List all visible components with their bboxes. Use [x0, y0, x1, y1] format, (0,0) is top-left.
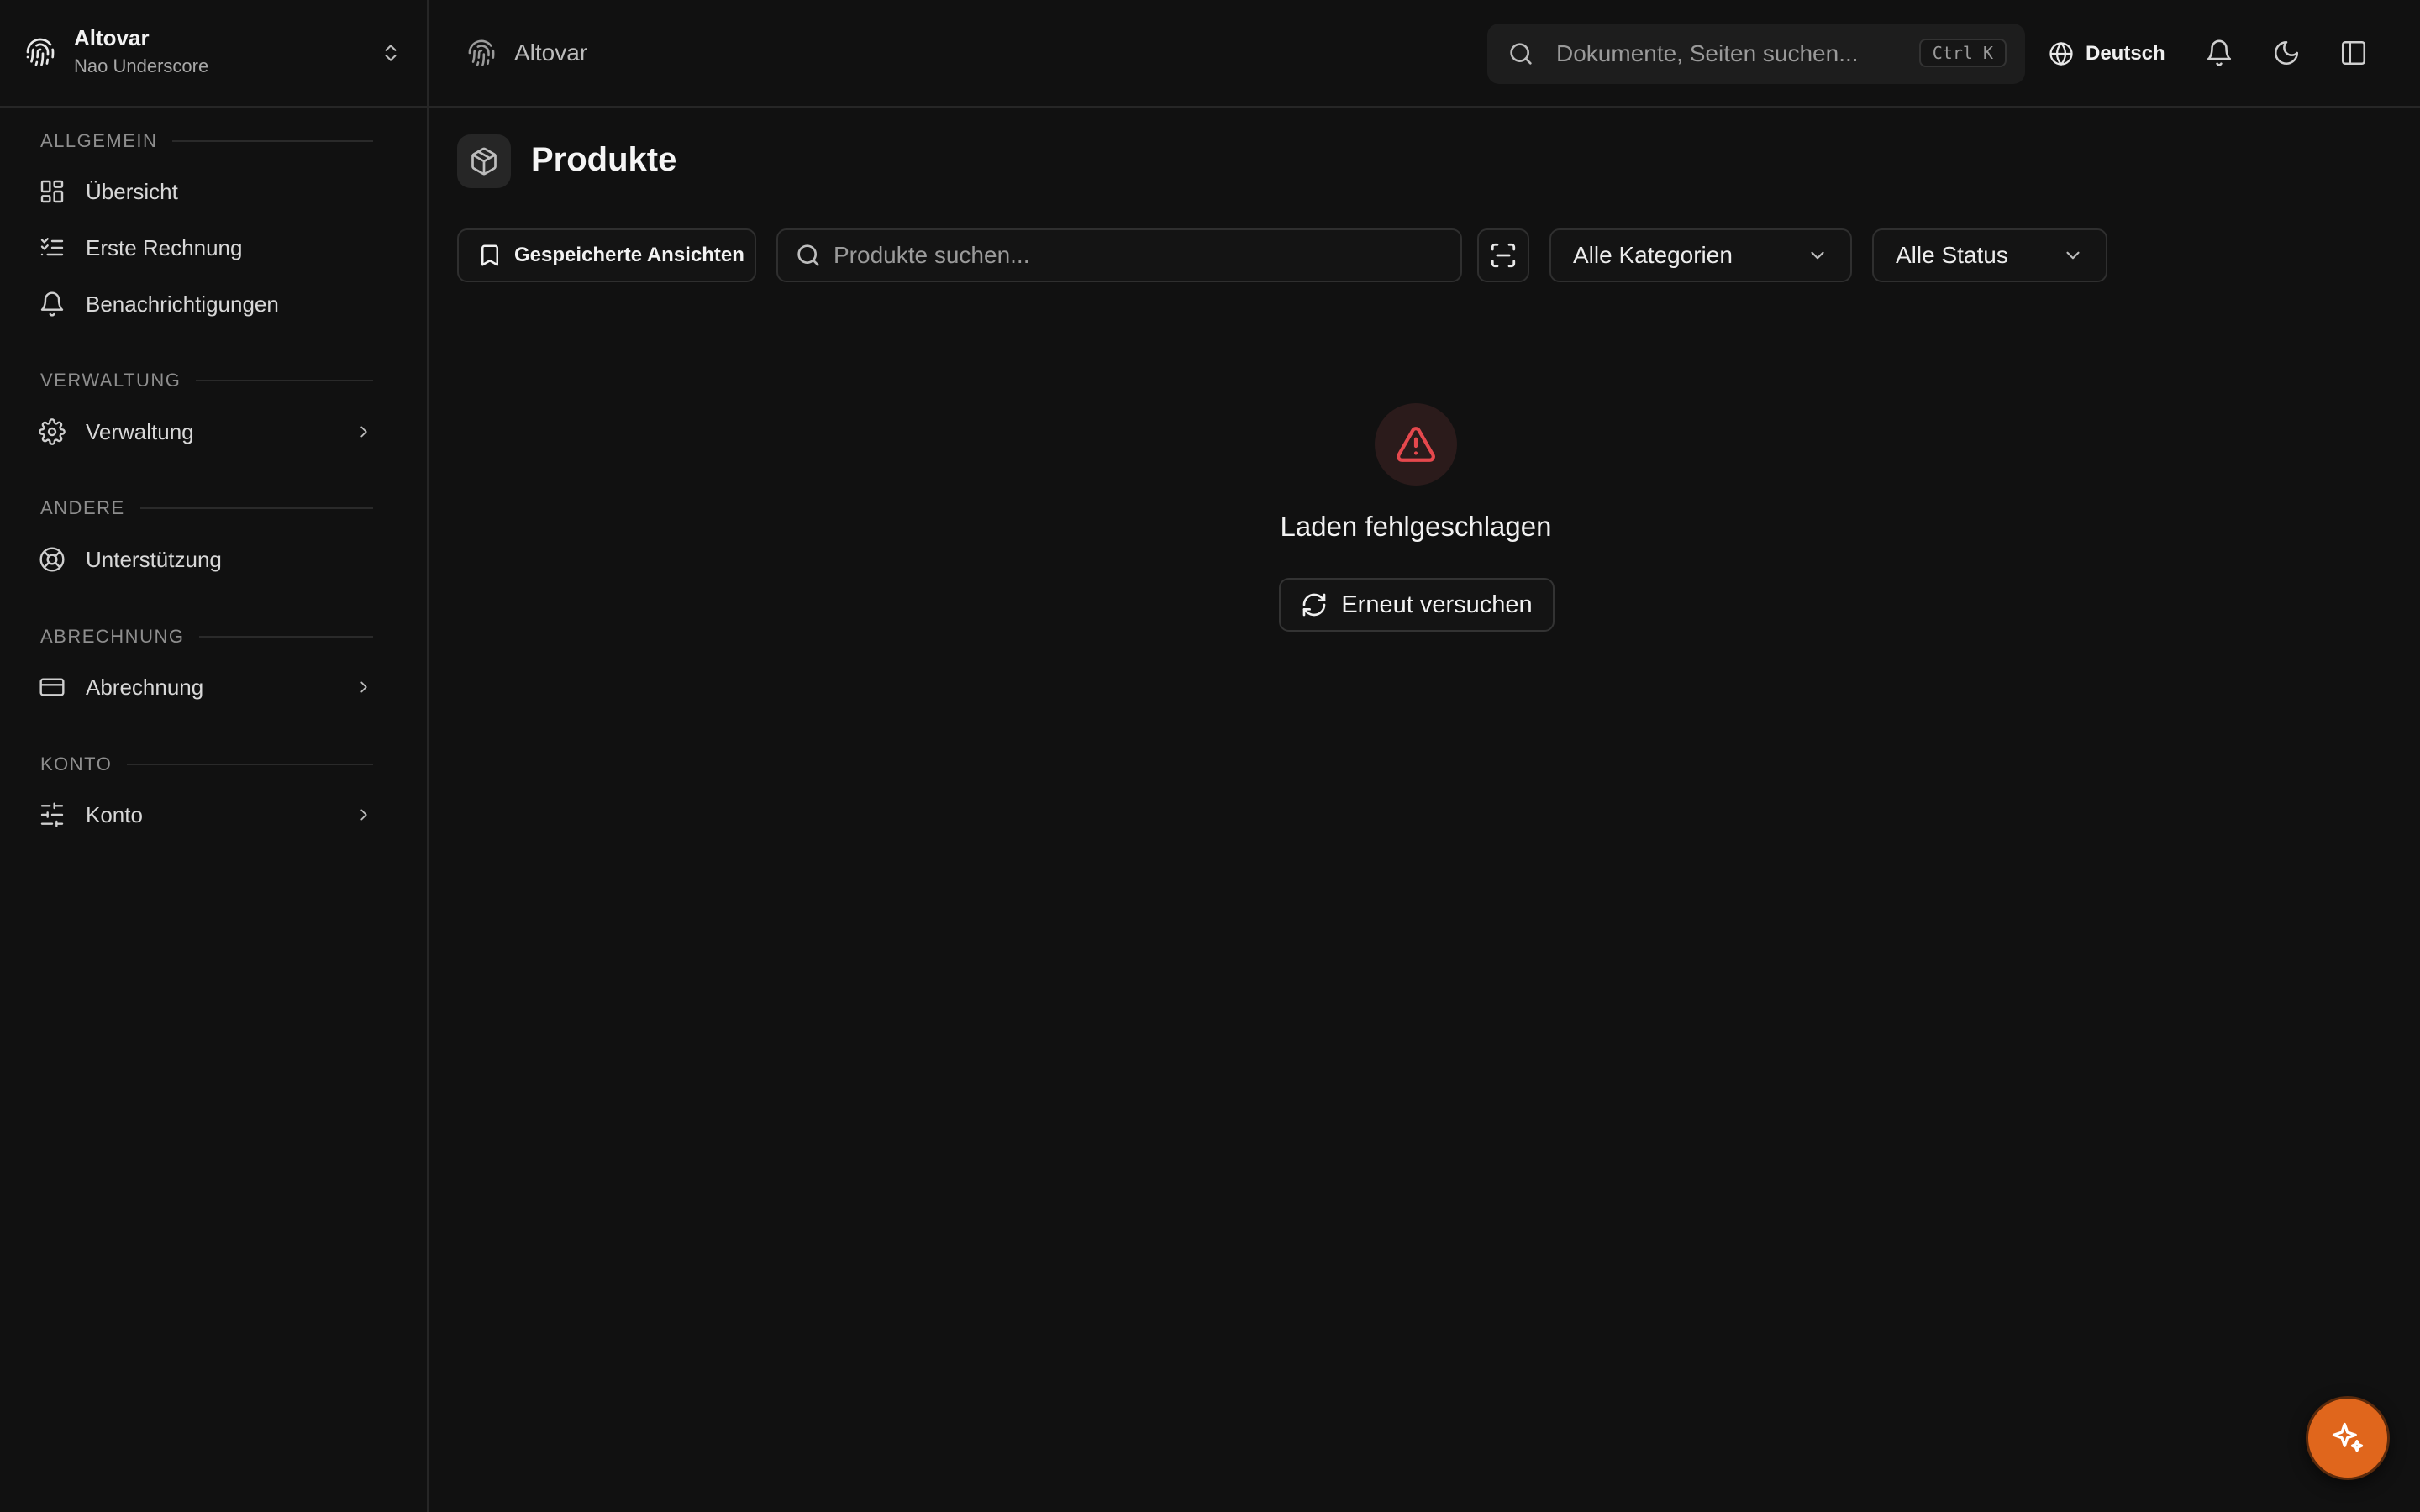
- section-divider: [199, 636, 373, 638]
- section-abrechnung: ABRECHNUNG: [40, 624, 373, 649]
- lifebuoy-icon: [39, 547, 65, 572]
- breadcrumb[interactable]: Altovar: [514, 39, 587, 66]
- bell-icon: [40, 291, 64, 317]
- search-icon: [797, 244, 819, 266]
- sidebar-item-label: Konto: [86, 801, 143, 827]
- sliders-icon: [40, 802, 64, 827]
- scan-button[interactable]: [1477, 228, 1529, 282]
- gear-icon: [39, 418, 66, 445]
- status-filter-select[interactable]: Alle Status: [1872, 228, 2107, 282]
- sidebar-item-abrechnung[interactable]: Abrechnung: [20, 664, 387, 711]
- language-label: Deutsch: [2086, 42, 2165, 65]
- ai-assistant-button[interactable]: [2306, 1396, 2390, 1480]
- global-search-placeholder: Dokumente, Seiten suchen...: [1556, 40, 1859, 66]
- package-icon: [471, 147, 497, 176]
- sparkles-icon: [2332, 1422, 2364, 1452]
- sidebar-item-erste-rechnung[interactable]: Erste Rechnung: [20, 224, 387, 271]
- sidebar-item-label: Übersicht: [86, 178, 178, 204]
- chevrons-up-down-icon: [385, 45, 397, 61]
- sidebar-item-unterstuetzung[interactable]: Unterstützung: [20, 536, 387, 583]
- section-andere: ANDERE: [40, 496, 373, 521]
- section-verwaltung: VERWALTUNG: [40, 368, 373, 393]
- dashboard-icon: [40, 180, 64, 203]
- language-button[interactable]: Deutsch: [2049, 35, 2165, 72]
- chevron-right-icon: [360, 426, 367, 438]
- search-icon: [1510, 43, 1532, 65]
- sidebar-toggle-icon[interactable]: [2339, 39, 2368, 67]
- sidebar-item-verwaltung[interactable]: Verwaltung: [20, 408, 387, 455]
- globe-icon: [2049, 41, 2073, 66]
- category-filter-value: Alle Kategorien: [1573, 242, 1733, 268]
- retry-button[interactable]: Erneut versuchen: [1279, 578, 1555, 632]
- section-divider: [127, 764, 373, 765]
- sidebar-item-konto[interactable]: Konto: [20, 791, 387, 838]
- sidebar-item-label: Benachrichtigungen: [86, 291, 279, 317]
- section-divider: [196, 380, 373, 381]
- bell-icon[interactable]: [2205, 39, 2233, 67]
- bookmark-icon: [481, 244, 498, 266]
- error-icon-badge: [1375, 403, 1457, 486]
- category-filter-select[interactable]: Alle Kategorien: [1549, 228, 1852, 282]
- keyboard-shortcut-badge: Ctrl K: [1918, 39, 2007, 67]
- fingerprint-icon: [468, 39, 495, 66]
- top-header: Altovar Dokumente, Seiten suchen... Ctrl…: [429, 0, 2420, 108]
- warning-triangle-icon: [1397, 427, 1435, 462]
- chevron-down-icon: [1811, 251, 1824, 260]
- error-message: Laden fehlgeschlagen: [1280, 511, 1552, 542]
- workspace-name: Altovar: [74, 25, 150, 50]
- retry-label: Erneut versuchen: [1341, 591, 1533, 618]
- page-title: Produkte: [531, 141, 677, 178]
- sidebar: Altovar Nao Underscore ALLGEMEIN Übersic…: [0, 0, 429, 1512]
- moon-icon[interactable]: [2272, 39, 2301, 67]
- section-divider: [172, 140, 373, 142]
- section-title: ABRECHNUNG: [40, 626, 185, 647]
- workspace-subtitle: Nao Underscore: [74, 55, 209, 76]
- refresh-icon: [1303, 593, 1326, 617]
- chevron-right-icon: [360, 809, 367, 821]
- product-search-input[interactable]: Produkte suchen...: [776, 228, 1462, 282]
- sidebar-item-label: Unterstützung: [86, 546, 222, 572]
- page-icon: [457, 134, 511, 188]
- sidebar-item-benachrichtigungen[interactable]: Benachrichtigungen: [20, 281, 387, 328]
- section-divider: [139, 507, 373, 509]
- app: Altovar Nao Underscore ALLGEMEIN Übersic…: [0, 0, 2420, 1512]
- section-title: ALLGEMEIN: [40, 130, 158, 151]
- section-title: ANDERE: [40, 497, 125, 518]
- section-title: KONTO: [40, 753, 113, 774]
- sidebar-item-label: Abrechnung: [86, 674, 204, 700]
- fingerprint-icon: [26, 38, 55, 66]
- section-allgemein: ALLGEMEIN: [40, 129, 373, 154]
- saved-views-button[interactable]: Gespeicherte Ansichten: [457, 228, 756, 282]
- saved-views-label: Gespeicherte Ansichten: [514, 244, 744, 266]
- global-search[interactable]: Dokumente, Seiten suchen... Ctrl K: [1487, 24, 2025, 84]
- checklist-icon: [40, 238, 64, 256]
- product-search-placeholder: Produkte suchen...: [834, 242, 1030, 268]
- section-title: VERWALTUNG: [40, 370, 182, 391]
- credit-card-icon: [39, 678, 65, 696]
- sidebar-item-label: Erste Rechnung: [86, 234, 243, 260]
- workspace-switcher[interactable]: Altovar Nao Underscore: [0, 0, 429, 108]
- scan-icon: [1491, 243, 1516, 268]
- sidebar-item-uebersicht[interactable]: Übersicht: [20, 168, 387, 215]
- chevron-down-icon: [2066, 251, 2080, 260]
- chevron-right-icon: [360, 681, 367, 693]
- section-konto: KONTO: [40, 752, 373, 777]
- sidebar-item-label: Verwaltung: [86, 418, 194, 444]
- status-filter-value: Alle Status: [1896, 242, 2008, 268]
